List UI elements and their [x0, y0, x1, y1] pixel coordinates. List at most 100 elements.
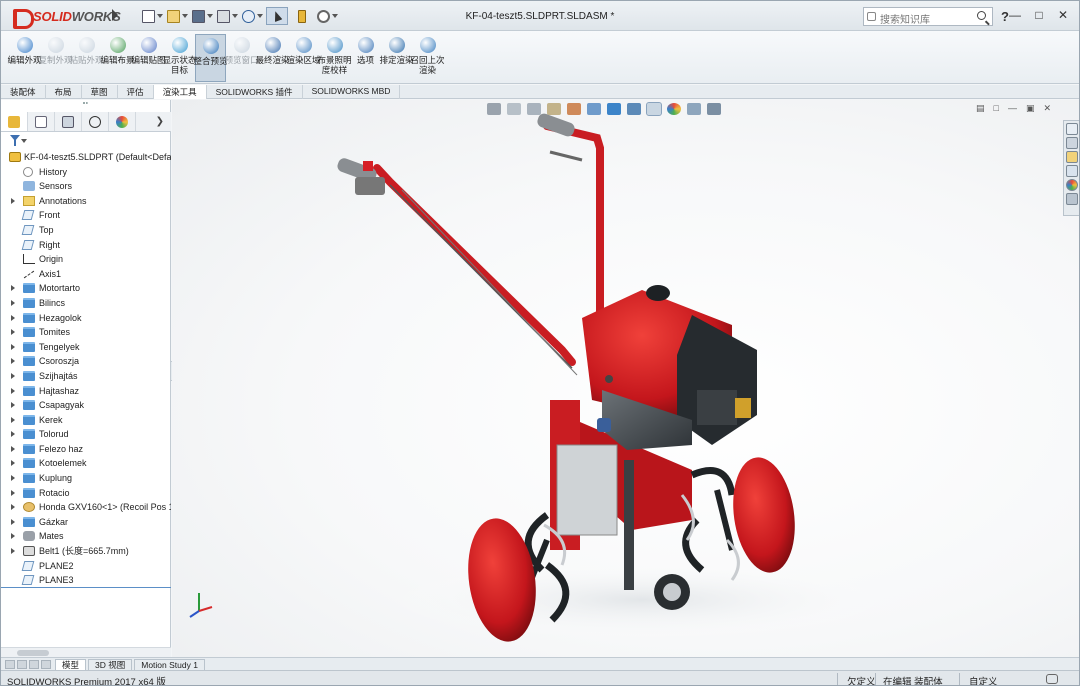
- tree-item[interactable]: Bilincs: [1, 296, 171, 311]
- tree-item[interactable]: Szijhajtás: [1, 369, 171, 384]
- last-tab-icon[interactable]: [41, 659, 51, 669]
- expand-arrow-icon[interactable]: [11, 372, 15, 379]
- expand-arrow-icon[interactable]: [11, 299, 15, 306]
- panel-grip[interactable]: [83, 102, 88, 106]
- maximize-icon[interactable]: □: [1031, 7, 1047, 23]
- tiller-3d-model[interactable]: [172, 100, 1080, 657]
- tree-item[interactable]: Mates: [1, 529, 171, 544]
- chevron-down-icon[interactable]: [21, 139, 27, 143]
- tree-item[interactable]: Kotoelemek: [1, 456, 171, 471]
- command-tab[interactable]: 装配体: [1, 85, 46, 99]
- tree-item[interactable]: Kuplung: [1, 471, 171, 486]
- expand-arrow-icon[interactable]: [11, 197, 15, 204]
- close-icon[interactable]: ✕: [1055, 7, 1071, 23]
- command-tab[interactable]: 评估: [118, 85, 154, 99]
- command-tab[interactable]: 渲染工具: [153, 85, 207, 99]
- tree-item[interactable]: Right: [1, 238, 171, 253]
- tree-item[interactable]: Csoroszja: [1, 354, 171, 369]
- command-tab[interactable]: 布局: [46, 85, 82, 99]
- tree-item[interactable]: Tolorud: [1, 427, 171, 442]
- tree-item[interactable]: PLANE2: [1, 559, 171, 574]
- expand-arrow-icon[interactable]: [11, 358, 15, 365]
- tree-item[interactable]: Top: [1, 223, 171, 238]
- ribbon-button[interactable]: 排定渲染: [380, 34, 414, 82]
- tree-item[interactable]: Belt1 (长度=665.7mm): [1, 544, 171, 559]
- messages-icon[interactable]: [1046, 674, 1058, 684]
- tree-item[interactable]: Sensors: [1, 179, 171, 194]
- expand-arrow-icon[interactable]: [11, 548, 15, 555]
- dimxpert-manager-tab[interactable]: [82, 112, 109, 131]
- ribbon-button[interactable]: 粘贴外观: [70, 34, 104, 82]
- expand-arrow-icon[interactable]: [11, 518, 15, 525]
- first-tab-icon[interactable]: [5, 659, 15, 669]
- search-input[interactable]: 搜索知识库: [863, 7, 993, 26]
- tree-item[interactable]: Tomites: [1, 325, 171, 340]
- configuration-manager-tab[interactable]: [55, 112, 82, 131]
- expand-arrow-icon[interactable]: [11, 445, 15, 452]
- ribbon-button[interactable]: 编辑贴图: [132, 34, 166, 82]
- tree-item[interactable]: Hezagolok: [1, 311, 171, 326]
- tree-item[interactable]: Origin: [1, 252, 171, 267]
- expand-arrow-icon[interactable]: [11, 314, 15, 321]
- tree-item[interactable]: History: [1, 165, 171, 180]
- units-selector[interactable]: 自定义: [969, 674, 998, 685]
- command-tab[interactable]: 草图: [82, 85, 118, 99]
- command-tab[interactable]: SOLIDWORKS 插件: [207, 85, 303, 99]
- bottom-tab[interactable]: 模型: [55, 658, 87, 670]
- expand-arrow-icon[interactable]: [11, 475, 15, 482]
- tree-item[interactable]: Hajtashaz: [1, 384, 171, 399]
- ribbon-button[interactable]: 渲染区域: [287, 34, 321, 82]
- ribbon-button[interactable]: 召回上次渲染: [411, 34, 445, 82]
- expand-arrow-icon[interactable]: [11, 489, 15, 496]
- tree-item[interactable]: Annotations: [1, 194, 171, 209]
- ribbon-button[interactable]: 复制外观: [39, 34, 73, 82]
- tree-item[interactable]: Tengelyek: [1, 340, 171, 355]
- display-manager-tab[interactable]: [109, 112, 136, 131]
- ribbon-button[interactable]: 编辑外观: [8, 34, 42, 82]
- ribbon-button[interactable]: 预览窗口: [225, 34, 259, 82]
- expand-arrow-icon[interactable]: [11, 387, 15, 394]
- filter-icon[interactable]: [10, 135, 20, 146]
- search-icon[interactable]: [977, 11, 986, 20]
- expand-arrow-icon[interactable]: [11, 533, 15, 540]
- property-manager-tab[interactable]: [28, 112, 55, 131]
- ribbon-button[interactable]: 显示状态目标: [163, 34, 197, 82]
- tree-item[interactable]: PLANE3: [1, 573, 171, 588]
- bottom-tab[interactable]: 3D 视图: [88, 658, 133, 670]
- tree-item[interactable]: Felezo haz: [1, 442, 171, 457]
- expand-arrow-icon[interactable]: [11, 329, 15, 336]
- ribbon-button[interactable]: 编辑布景: [101, 34, 135, 82]
- prev-tab-icon[interactable]: [17, 659, 27, 669]
- tree-item[interactable]: Front: [1, 208, 171, 223]
- ribbon-button[interactable]: 布景照明度校样: [318, 34, 352, 82]
- minimize-icon[interactable]: —: [1007, 7, 1023, 23]
- tree-root-item[interactable]: KF-04-teszt5.SLDPRT (Default<Default: [1, 150, 171, 165]
- horizontal-scrollbar[interactable]: [1, 647, 171, 657]
- chevron-right-icon[interactable]: ❯: [156, 116, 164, 127]
- tree-item[interactable]: Gázkar: [1, 515, 171, 530]
- expand-arrow-icon[interactable]: [11, 343, 15, 350]
- tree-item[interactable]: Honda GXV160<1> (Recoil Pos 1-: [1, 500, 171, 515]
- ribbon-button[interactable]: 整合预览: [194, 34, 228, 82]
- expand-arrow-icon[interactable]: [11, 285, 15, 292]
- graphics-area[interactable]: ▤ □ — ▣ ✕: [172, 100, 1080, 657]
- tree-item[interactable]: Motortarto: [1, 281, 171, 296]
- scrollbar-thumb[interactable]: [17, 650, 49, 656]
- command-tab[interactable]: SOLIDWORKS MBD: [303, 85, 401, 99]
- expand-arrow-icon[interactable]: [11, 504, 15, 511]
- expand-arrow-icon[interactable]: [11, 431, 15, 438]
- bottom-tab[interactable]: Motion Study 1: [134, 658, 205, 670]
- expand-arrow-icon[interactable]: [11, 416, 15, 423]
- tree-item[interactable]: Rotacio: [1, 486, 171, 501]
- tree-item[interactable]: Kerek: [1, 413, 171, 428]
- tree-item[interactable]: Axis1: [1, 267, 171, 282]
- tree-item[interactable]: Csapagyak: [1, 398, 171, 413]
- next-tab-icon[interactable]: [29, 659, 39, 669]
- ribbon-button[interactable]: 选项: [350, 34, 381, 82]
- expand-arrow-icon[interactable]: [11, 402, 15, 409]
- ribbon-button[interactable]: 最终渲染: [256, 34, 290, 82]
- expand-arrow-icon[interactable]: [11, 460, 15, 467]
- feature-manager-tab[interactable]: [1, 112, 28, 131]
- ribbon-button-icon: [47, 37, 64, 53]
- folder-icon: [23, 429, 35, 440]
